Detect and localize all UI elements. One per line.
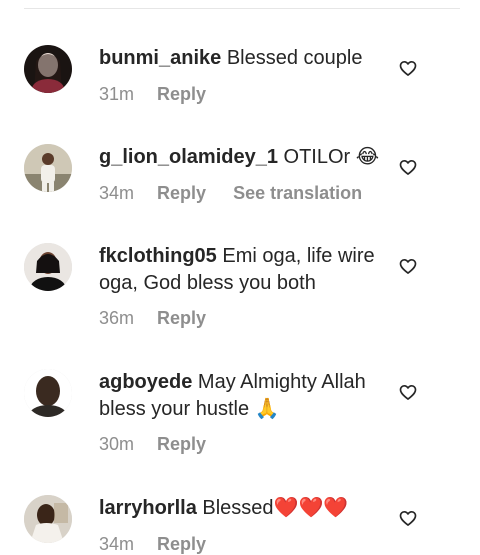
heart-outline-icon bbox=[399, 160, 417, 175]
reply-button[interactable]: Reply bbox=[157, 84, 206, 105]
heart-outline-icon bbox=[399, 511, 417, 526]
comment-item: agboyede May Almighty Allah bless your h… bbox=[0, 369, 480, 465]
comment-username[interactable]: larryhorlla bbox=[99, 497, 197, 519]
comment-timestamp: 30m bbox=[99, 434, 135, 454]
comment-item: bunmi_anike Blessed couple 31m Reply bbox=[0, 45, 480, 115]
comment-text: Blessed couple bbox=[226, 47, 363, 69]
like-button[interactable] bbox=[398, 157, 418, 177]
avatar[interactable] bbox=[24, 144, 72, 192]
heart-outline-icon bbox=[399, 61, 417, 76]
reply-button[interactable]: Reply bbox=[157, 308, 206, 329]
user-avatar-icon bbox=[24, 144, 72, 192]
like-button[interactable] bbox=[398, 382, 418, 402]
comment-username[interactable]: bunmi_anike bbox=[99, 47, 221, 69]
like-button[interactable] bbox=[398, 58, 418, 78]
user-avatar-icon bbox=[24, 243, 72, 291]
like-button[interactable] bbox=[398, 256, 418, 276]
avatar[interactable] bbox=[24, 45, 72, 93]
reply-button[interactable]: Reply bbox=[157, 534, 206, 555]
reply-button[interactable]: Reply bbox=[157, 434, 206, 455]
avatar[interactable] bbox=[24, 495, 72, 543]
heart-outline-icon bbox=[399, 259, 417, 274]
comment-username[interactable]: g_lion_olamidey_1 bbox=[99, 146, 278, 168]
comment-timestamp: 34m bbox=[99, 534, 135, 554]
comment-timestamp: 36m bbox=[99, 308, 135, 328]
see-translation-button[interactable]: See translation bbox=[233, 183, 362, 204]
top-divider bbox=[24, 8, 460, 9]
heart-outline-icon bbox=[399, 385, 417, 400]
user-avatar-icon bbox=[24, 45, 72, 93]
avatar[interactable] bbox=[24, 369, 72, 417]
like-button[interactable] bbox=[398, 508, 418, 528]
comment-timestamp: 34m bbox=[99, 183, 135, 203]
comment-item: larryhorlla Blessed❤️❤️❤️ 34m Reply bbox=[0, 495, 480, 554]
comment-text: Blessed❤️❤️❤️ bbox=[202, 497, 349, 519]
user-avatar-icon bbox=[24, 495, 72, 543]
comment-text: OTILOr 😂 bbox=[283, 146, 380, 168]
comment-item: g_lion_olamidey_1 OTILOr 😂 34m Reply See… bbox=[0, 144, 480, 214]
avatar[interactable] bbox=[24, 243, 72, 291]
reply-button[interactable]: Reply bbox=[157, 183, 206, 204]
comment-item: fkclothing05 Emi oga, life wire oga, God… bbox=[0, 243, 480, 339]
comment-username[interactable]: fkclothing05 bbox=[99, 245, 217, 267]
comment-timestamp: 31m bbox=[99, 84, 135, 104]
comment-username[interactable]: agboyede bbox=[99, 371, 192, 393]
user-avatar-icon bbox=[24, 369, 72, 417]
